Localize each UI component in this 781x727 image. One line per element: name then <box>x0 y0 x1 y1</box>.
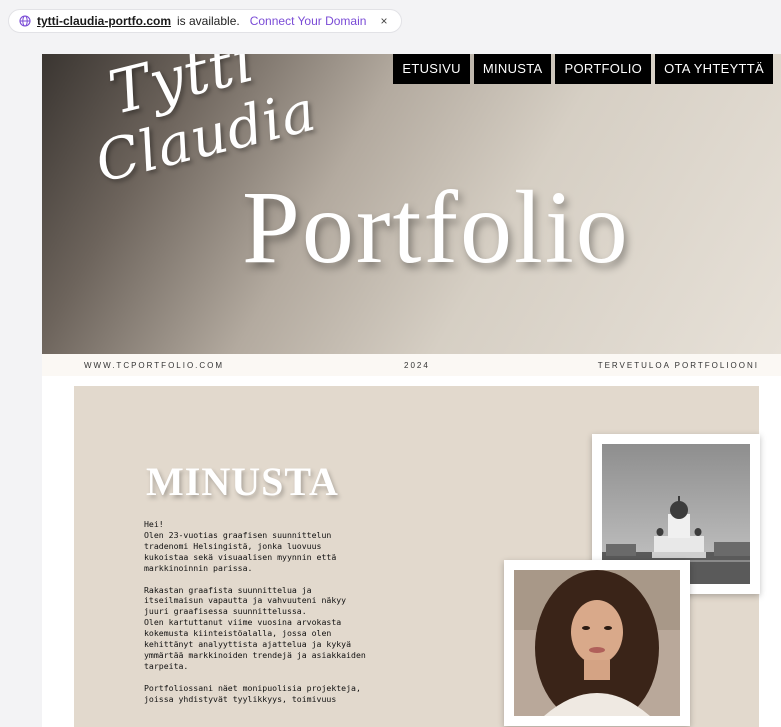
portrait-image <box>514 570 680 716</box>
nav-item-etusivu[interactable]: ETUSIVU <box>393 54 470 84</box>
text-line: tarpeita. <box>144 660 189 671</box>
nav-item-portfolio[interactable]: PORTFOLIO <box>555 54 652 84</box>
site-page: Tytti Claudia Portfolio ETUSIVU MINUSTA … <box>42 54 781 727</box>
text-line: Rakastan graafista suunnittelua ja <box>144 584 312 595</box>
text-line: joissa yhdistyvät tyylikkyys, toimivuus <box>144 693 337 704</box>
about-paragraph: Hei! Olen 23-vuotias graafisen suunnitte… <box>144 519 404 574</box>
domain-banner: tytti-claudia-portfo.com is available. C… <box>0 0 781 44</box>
connect-domain-link[interactable]: Connect Your Domain <box>250 14 367 28</box>
text-line: Portfoliossani näet monipuolisia projekt… <box>144 682 361 693</box>
domain-link[interactable]: tytti-claudia-portfo.com <box>37 14 171 28</box>
text-line: markkinoinnin parissa. <box>144 562 253 573</box>
text-line: Olen kartuttanut viime vuosina arvokasta <box>144 617 342 628</box>
nav-item-ota-yhteytta[interactable]: OTA YHTEYTTÄ <box>655 54 773 84</box>
about-paragraph: Rakastan graafista suunnittelua ja itsei… <box>144 585 404 672</box>
domain-availability-pill: tytti-claudia-portfo.com is available. C… <box>8 9 403 33</box>
info-strip: WWW.TCPORTFOLIO.COM 2024 TERVETULOA PORT… <box>42 354 781 376</box>
text-line: itseilmaisun vapautta ja vahvuuteni näky… <box>144 595 347 606</box>
portrait-photo <box>504 560 690 726</box>
hero-banner: Tytti Claudia Portfolio ETUSIVU MINUSTA … <box>42 54 781 354</box>
text-line: Hei! <box>144 519 164 529</box>
about-paragraph: Portfoliossani näet monipuolisia projekt… <box>144 683 404 705</box>
welcome-text: TERVETULOA PORTFOLIOONI <box>597 361 759 370</box>
availability-text: is available. <box>177 14 240 28</box>
year-text: 2024 <box>404 361 430 370</box>
nav-item-minusta[interactable]: MINUSTA <box>473 54 552 84</box>
text-line: ymmärtää markkinoiden trendejä ja asiakk… <box>144 649 366 660</box>
text-line: kokemusta kiinteistöalalla, jossa olen <box>144 628 332 639</box>
about-heading: MINUSTA <box>146 459 339 504</box>
main-nav: ETUSIVU MINUSTA PORTFOLIO OTA YHTEYTTÄ <box>393 54 773 84</box>
text-line: tradenomi Helsingistä, jonka luovuus <box>144 540 322 551</box>
text-line: kehittänyt analyyttista ajattelua ja kyk… <box>144 639 352 650</box>
text-line: kukoistaa sekä visuaalisen myynnin että <box>144 551 337 562</box>
about-body: Hei! Olen 23-vuotias graafisen suunnitte… <box>144 519 404 716</box>
text-line: Olen 23-vuotias graafisen suunnittelun <box>144 529 332 540</box>
website-text: WWW.TCPORTFOLIO.COM <box>84 361 225 370</box>
text-line: juuri graafisessa suunnittelussa. <box>144 606 307 617</box>
hero-title: Portfolio <box>242 170 630 285</box>
globe-icon <box>19 15 31 27</box>
close-icon[interactable]: × <box>380 14 387 28</box>
